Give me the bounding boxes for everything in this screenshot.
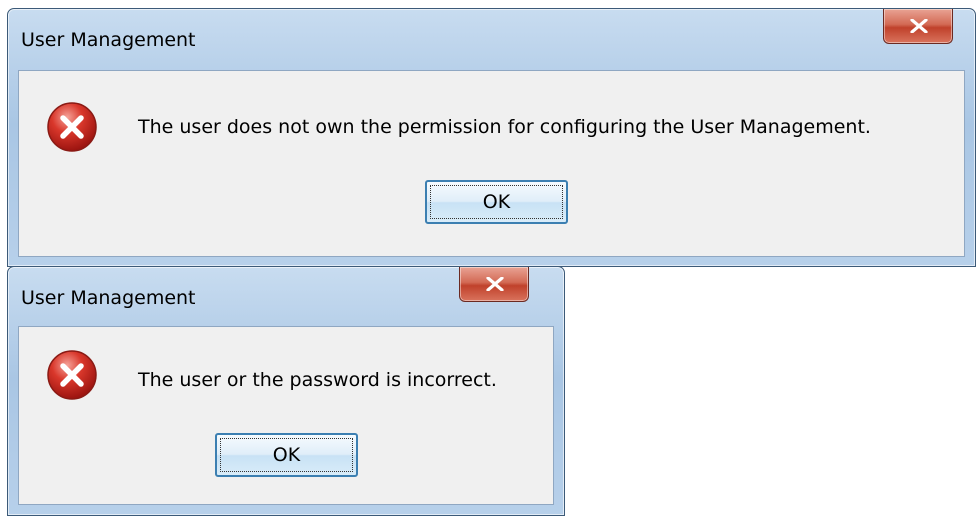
error-message: The user or the password is incorrect. [138,369,497,391]
error-icon [47,350,97,400]
dialog-title: User Management [21,287,196,309]
close-x-icon [486,277,504,291]
ok-button[interactable]: OK [215,433,358,477]
ok-button[interactable]: OK [425,180,568,224]
title-bar[interactable]: User Management [8,267,564,328]
ok-button-label: OK [272,444,301,466]
dialog-title: User Management [21,29,196,51]
error-dialog-permission: User Management The user does not own th… [7,8,976,267]
title-bar[interactable]: User Management [8,9,975,70]
close-button[interactable] [459,267,529,302]
close-button[interactable] [883,9,953,44]
error-message: The user does not own the permission for… [138,116,871,138]
dialog-body: The user does not own the permission for… [18,70,965,257]
dialog-body: The user or the password is incorrect. O… [18,326,554,505]
ok-button-label: OK [482,191,511,213]
close-x-icon [910,19,928,33]
error-icon [47,102,97,152]
error-dialog-credentials: User Management The user or the password… [7,266,565,516]
